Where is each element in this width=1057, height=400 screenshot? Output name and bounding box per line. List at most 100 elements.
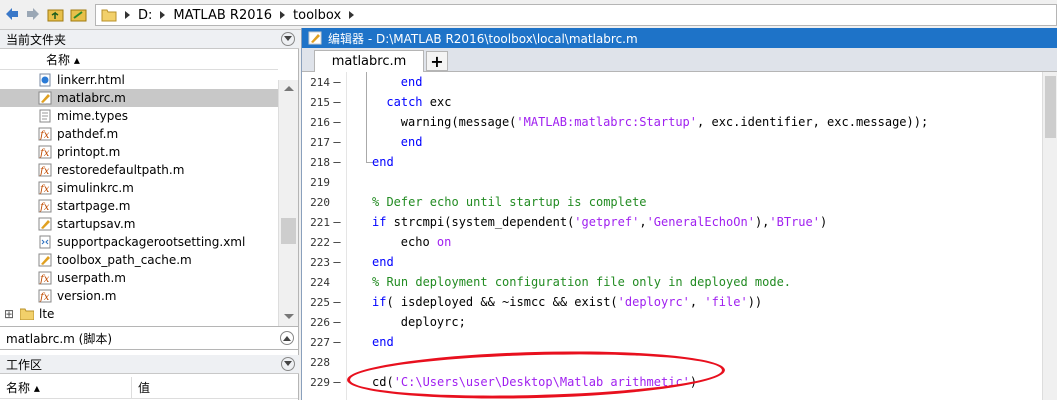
folder-row-lte[interactable]: ⊞ lte	[0, 305, 278, 323]
code-text: end	[344, 335, 394, 349]
code-text: end	[344, 135, 423, 149]
code-token: if	[372, 215, 387, 229]
code-line[interactable]: 221– if strcmpi(system_dependent('getpref…	[302, 212, 1042, 232]
file-row[interactable]: fx userpath.m	[0, 269, 278, 287]
code-token: ),	[754, 215, 770, 229]
address-bar[interactable]: D: MATLAB R2016 toolbox	[95, 4, 1057, 26]
breakpoint-marker[interactable]: –	[330, 235, 344, 249]
breakpoint-marker[interactable]: –	[330, 375, 344, 389]
breadcrumb-matlab[interactable]: MATLAB R2016	[173, 8, 272, 23]
details-pane: matlabrc.m (脚本)	[0, 326, 298, 350]
add-tab-button[interactable]: +	[426, 51, 448, 71]
code-area[interactable]: 214– end 215– catch exc 216– warning(message(…	[302, 72, 1042, 400]
collapse-icon[interactable]	[281, 357, 295, 371]
code-line[interactable]: 225– if( isdeployed && ~ismcc && exist('d…	[302, 292, 1042, 312]
line-number: 228	[310, 355, 330, 369]
file-row[interactable]: fx pathdef.m	[0, 125, 278, 143]
breadcrumb-separator-icon	[280, 11, 286, 19]
back-arrow-icon[interactable]	[3, 5, 21, 23]
workspace-value-column[interactable]: 值	[132, 379, 150, 396]
breadcrumb-separator-icon	[160, 11, 166, 19]
file-name: supportpackagerootsetting.xml	[57, 235, 246, 249]
tab-matlabrc[interactable]: matlabrc.m	[314, 50, 424, 72]
file-row[interactable]: fx version.m	[0, 287, 278, 305]
workspace-name-column[interactable]: 名称 ▴	[0, 376, 132, 399]
code-line[interactable]: 229– cd('C:\Users\user\Desktop\Matlab ari…	[302, 372, 1042, 392]
code-token: , exc.identifier, exc.message));	[697, 115, 929, 129]
scroll-up-icon[interactable]	[284, 86, 294, 91]
breakpoint-marker[interactable]: –	[330, 135, 344, 149]
code-line[interactable]: 216– warning(message('MATLAB:matlabrc:Sta…	[302, 112, 1042, 132]
code-text: cd('C:\Users\user\Desktop\Matlab arithme…	[344, 375, 697, 389]
expand-icon[interactable]: ⊞	[4, 307, 16, 321]
line-number: 227	[310, 335, 330, 349]
name-column-header[interactable]: 名称 ▴	[0, 50, 278, 70]
file-row[interactable]: fx restoredefaultpath.m	[0, 161, 278, 179]
code-line[interactable]: 228	[302, 352, 1042, 372]
code-line[interactable]: 217– end	[302, 132, 1042, 152]
forward-arrow-icon[interactable]	[24, 5, 42, 23]
breakpoint-marker[interactable]: –	[330, 315, 344, 329]
code-token: 'MATLAB:matlabrc:Startup'	[516, 115, 698, 129]
breakpoint-marker[interactable]: –	[330, 295, 344, 309]
code-line[interactable]: 222– echo on	[302, 232, 1042, 252]
file-row[interactable]: toolbox_path_cache.m	[0, 251, 278, 269]
editor-panel: 编辑器 - D:\MATLAB R2016\toolbox\local\matl…	[301, 28, 1057, 400]
code-line[interactable]: 223– end	[302, 252, 1042, 272]
code-token: ,	[639, 215, 647, 229]
file-list-scrollbar[interactable]	[278, 80, 298, 326]
line-number: 217	[310, 135, 330, 149]
breakpoint-marker[interactable]: –	[330, 115, 344, 129]
code-token: end	[372, 155, 394, 169]
file-row[interactable]: startupsav.m	[0, 215, 278, 233]
code-line[interactable]: 215– catch exc	[302, 92, 1042, 112]
breadcrumb-toolbox[interactable]: toolbox	[293, 8, 341, 23]
breakpoint-marker[interactable]: –	[330, 255, 344, 269]
code-line[interactable]: 214– end	[302, 72, 1042, 92]
file-name: printopt.m	[57, 145, 121, 159]
line-number: 221	[310, 215, 330, 229]
code-line[interactable]: 220 % Defer echo until startup is complet…	[302, 192, 1042, 212]
left-panel: 当前文件夹 名称 ▴ linkerr.html matlabrc.m mime.ty…	[0, 30, 299, 400]
code-line[interactable]: 219	[302, 172, 1042, 192]
workspace-columns: 名称 ▴ 值	[0, 376, 298, 399]
line-number: 225	[310, 295, 330, 309]
svg-text:fx: fx	[39, 202, 50, 213]
line-number: 218	[310, 155, 330, 169]
browse-folder-icon[interactable]	[70, 5, 88, 23]
code-line[interactable]: 227– end	[302, 332, 1042, 352]
file-row[interactable]: fx printopt.m	[0, 143, 278, 161]
file-row[interactable]: mime.types	[0, 107, 278, 125]
editor-scrollbar[interactable]	[1042, 72, 1057, 400]
collapse-icon[interactable]	[281, 32, 295, 46]
file-row[interactable]: linkerr.html	[0, 71, 278, 89]
file-row[interactable]: supportpackagerootsetting.xml	[0, 233, 278, 251]
up-folder-icon[interactable]	[47, 5, 65, 23]
file-name: simulinkrc.m	[57, 181, 134, 195]
code-text: warning(message('MATLAB:matlabrc:Startup…	[344, 115, 928, 129]
code-token: 'C:\Users\user\Desktop\Matlab arithmetic…	[393, 375, 690, 389]
breakpoint-marker[interactable]: –	[330, 335, 344, 349]
m-function-icon: fx	[38, 199, 52, 213]
breakpoint-marker[interactable]: –	[330, 95, 344, 109]
scrollbar-thumb[interactable]	[1045, 76, 1056, 138]
code-line[interactable]: 224 % Run deployment configuration file o…	[302, 272, 1042, 292]
breadcrumb-drive[interactable]: D:	[138, 8, 152, 23]
file-row[interactable]: fx simulinkrc.m	[0, 179, 278, 197]
m-function-icon: fx	[38, 181, 52, 195]
code-line[interactable]: 226– deployrc;	[302, 312, 1042, 332]
code-token: cd(	[372, 375, 394, 389]
breakpoint-marker[interactable]: –	[330, 155, 344, 169]
scroll-down-icon[interactable]	[284, 314, 294, 319]
file-row[interactable]: matlabrc.m	[0, 89, 278, 107]
breakpoint-marker[interactable]: –	[330, 215, 344, 229]
code-token: ))	[747, 295, 763, 309]
expand-details-icon[interactable]	[280, 331, 294, 345]
breakpoint-marker[interactable]: –	[330, 75, 344, 89]
code-token: % Run deployment configuration file only…	[372, 275, 792, 289]
scrollbar-thumb[interactable]	[281, 218, 296, 244]
file-row[interactable]: fx startpage.m	[0, 197, 278, 215]
code-token: 'GeneralEchoOn'	[646, 215, 755, 229]
code-line[interactable]: 218– end	[302, 152, 1042, 172]
code-text: deployrc;	[344, 315, 466, 329]
